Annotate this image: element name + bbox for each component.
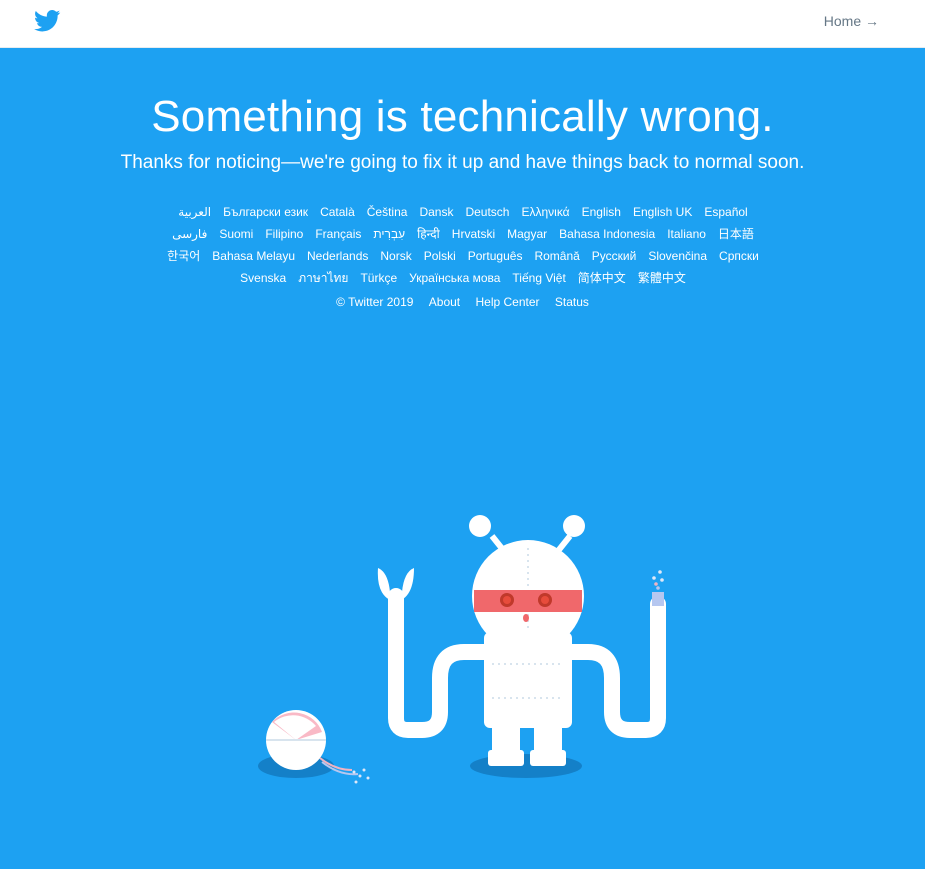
language-link[interactable]: Slovenčina [648, 249, 707, 263]
language-link[interactable]: Bahasa Indonesia [559, 227, 655, 241]
page-subtitle: Thanks for noticing—we're going to fix i… [120, 152, 805, 173]
twitter-bird-icon[interactable] [33, 10, 61, 32]
footer: © Twitter 2019 About Help Center Status [0, 295, 925, 309]
language-list: العربية Български език Català Čeština Dansk D… [138, 201, 788, 289]
language-link[interactable]: 日本語 [718, 227, 754, 241]
status-link[interactable]: Status [555, 295, 589, 309]
language-link[interactable]: Magyar [507, 227, 547, 241]
language-link[interactable]: English [582, 205, 621, 219]
language-link[interactable]: Русский [592, 249, 637, 263]
language-link[interactable]: Français [315, 227, 361, 241]
language-link[interactable]: Tiếng Việt [512, 271, 565, 285]
language-link[interactable]: Nederlands [307, 249, 368, 263]
help-center-link[interactable]: Help Center [475, 295, 539, 309]
language-link[interactable]: Italiano [667, 227, 706, 241]
home-link[interactable]: Home → [824, 13, 879, 29]
language-link[interactable]: Español [704, 205, 747, 219]
language-row: Svenska ภาษาไทย Türkçe Українська мова Tiếng… [138, 267, 788, 289]
language-link[interactable]: العربية [178, 205, 211, 219]
language-link[interactable]: Српски [719, 249, 759, 263]
language-link[interactable]: 한국어 [167, 249, 200, 263]
language-link[interactable]: Українська мова [409, 271, 500, 285]
language-link[interactable]: עִבְרִית [373, 227, 405, 241]
about-link[interactable]: About [429, 295, 460, 309]
language-link[interactable]: Português [468, 249, 523, 263]
language-link[interactable]: Български език [223, 205, 308, 219]
language-link[interactable]: Hrvatski [452, 227, 495, 241]
language-row: 한국어 Bahasa Melayu Nederlands Norsk Polski Por… [138, 245, 788, 267]
language-link[interactable]: Deutsch [465, 205, 509, 219]
language-link[interactable]: Svenska [240, 271, 286, 285]
copyright-text: © Twitter 2019 [336, 295, 414, 309]
language-link[interactable]: فارسی [172, 227, 207, 241]
language-link[interactable]: Română [534, 249, 579, 263]
language-link[interactable]: हिन्दी [417, 227, 440, 241]
page-title: Something is technically wrong. [151, 92, 774, 141]
language-link[interactable]: Filipino [265, 227, 303, 241]
language-link[interactable]: Català [320, 205, 355, 219]
language-link[interactable]: English UK [633, 205, 692, 219]
language-link[interactable]: Bahasa Melayu [212, 249, 295, 263]
language-row: فارسی Suomi Filipino Français עִבְרִית हिन्दी… [138, 223, 788, 245]
language-row: العربية Български език Català Čeština Dansk D… [138, 201, 788, 223]
language-link[interactable]: Ελληνικά [521, 205, 569, 219]
language-link[interactable]: 简体中文 [578, 271, 626, 285]
top-bar: Home → [0, 0, 925, 48]
language-link[interactable]: 繁體中文 [638, 271, 686, 285]
broken-robot-illustration [258, 515, 666, 784]
language-link[interactable]: Norsk [380, 249, 411, 263]
language-link[interactable]: ภาษาไทย [298, 271, 348, 285]
language-link[interactable]: Suomi [219, 227, 253, 241]
language-link[interactable]: Polski [424, 249, 456, 263]
language-link[interactable]: Türkçe [360, 271, 397, 285]
language-link[interactable]: Dansk [419, 205, 453, 219]
language-link[interactable]: Čeština [367, 205, 408, 219]
